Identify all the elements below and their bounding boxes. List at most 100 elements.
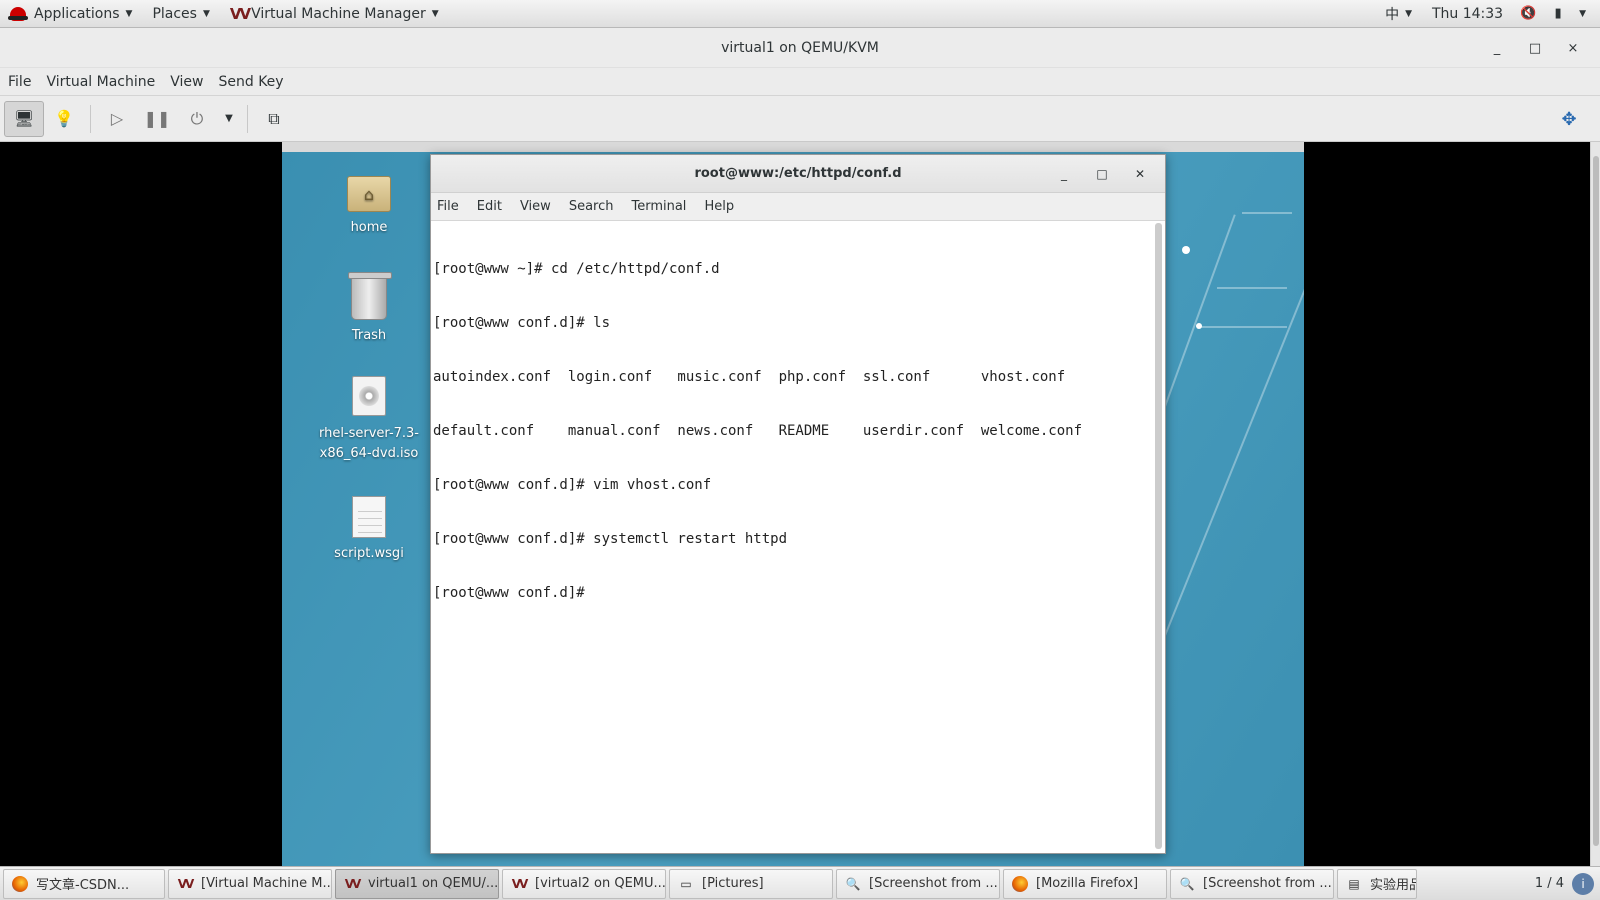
chevron-down-icon: ▼ bbox=[1405, 8, 1412, 19]
vmm-logo-icon: VV bbox=[229, 4, 251, 23]
desktop-icon-iso[interactable]: rhel-server-7.3- x86_64-dvd.iso bbox=[314, 376, 424, 464]
applications-label: Applications bbox=[34, 5, 120, 22]
folder-icon: ▭ bbox=[680, 876, 692, 891]
terminal-menu-help[interactable]: Help bbox=[704, 199, 734, 214]
chevron-down-icon: ▼ bbox=[431, 8, 439, 19]
vmm-icon: VV bbox=[511, 876, 529, 891]
places-menu[interactable]: Places ▼ bbox=[142, 0, 219, 28]
minimize-button[interactable]: _ bbox=[1478, 41, 1516, 56]
terminal-menu-edit[interactable]: Edit bbox=[477, 199, 502, 214]
task-label: virtual1 on QEMU/... bbox=[368, 876, 499, 891]
toolbar-separator bbox=[247, 104, 248, 133]
workspace-pager[interactable]: 1 / 4 bbox=[1527, 876, 1572, 891]
guest-desktop[interactable]: ⌂ home Trash rhel-server-7.3- x86_64-dvd… bbox=[282, 142, 1304, 866]
terminal-title: root@www:/etc/httpd/conf.d bbox=[694, 166, 902, 181]
window-titlebar[interactable]: virtual1 on QEMU/KVM _ □ × bbox=[0, 28, 1600, 68]
fullscreen-icon: ✥ bbox=[1561, 108, 1577, 130]
battery-icon[interactable]: ▮ bbox=[1549, 6, 1567, 21]
task-vmm[interactable]: VV [Virtual Machine M... bbox=[168, 868, 332, 899]
terminal-line: [root@www conf.d]# systemctl restart htt… bbox=[433, 531, 788, 547]
notification-icon[interactable]: i bbox=[1572, 872, 1594, 895]
console-button[interactable]: 🖥 bbox=[4, 100, 44, 137]
dropdown-icon: ▼ bbox=[225, 113, 233, 124]
run-button[interactable]: ▷ bbox=[97, 101, 137, 137]
trash-icon bbox=[348, 272, 392, 320]
desktop-icon-script[interactable]: script.wsgi bbox=[314, 496, 424, 561]
app-menu[interactable]: VV Virtual Machine Manager ▼ bbox=[220, 0, 449, 28]
desktop-icon-label: rhel-server-7.3- x86_64-dvd.iso bbox=[318, 426, 420, 461]
text-file-icon bbox=[352, 496, 386, 538]
desktop-icon-label: home bbox=[350, 220, 388, 235]
terminal-menu-file[interactable]: File bbox=[437, 199, 459, 214]
terminal-line: default.conf manual.conf news.conf READM… bbox=[433, 423, 1083, 439]
vm-scrollbar-thumb[interactable] bbox=[1593, 156, 1599, 846]
wallpaper-line bbox=[1242, 212, 1292, 214]
terminal-output[interactable]: [root@www ~]# cd /etc/httpd/conf.d [root… bbox=[431, 221, 1151, 853]
input-method-indicator[interactable]: 中 ▼ bbox=[1375, 0, 1422, 28]
task-virtual1[interactable]: VV virtual1 on QEMU/... bbox=[335, 868, 499, 899]
chevron-down-icon: ▼ bbox=[202, 8, 210, 19]
disc-image-icon bbox=[352, 376, 386, 416]
task-pictures[interactable]: ▭ [Pictures] bbox=[669, 868, 833, 899]
app-menu-label: Virtual Machine Manager bbox=[251, 5, 426, 22]
wallpaper-line bbox=[1197, 326, 1287, 328]
details-lightbulb-icon: 💡 bbox=[54, 109, 74, 128]
shutdown-dropdown-button[interactable]: ▼ bbox=[217, 101, 241, 137]
clock[interactable]: Thu 14:33 bbox=[1422, 0, 1513, 28]
snapshot-button[interactable]: ⧉ bbox=[254, 101, 294, 137]
task-firefox[interactable]: [Mozilla Firefox] bbox=[1003, 868, 1167, 899]
desktop-icon-home[interactable]: ⌂ home bbox=[314, 176, 424, 235]
wallpaper-dot bbox=[1182, 246, 1190, 254]
pause-icon: ❚❚ bbox=[143, 109, 171, 128]
terminal-menu-terminal[interactable]: Terminal bbox=[631, 199, 686, 214]
terminal-menu-search[interactable]: Search bbox=[569, 199, 614, 214]
terminal-line: [root@www conf.d]# vim vhost.conf bbox=[433, 477, 712, 493]
menu-view[interactable]: View bbox=[170, 74, 212, 90]
task-label: 写文章-CSDN... bbox=[36, 878, 130, 893]
volume-icon[interactable]: 🔇 bbox=[1519, 6, 1537, 21]
terminal-minimize-button[interactable]: _ bbox=[1045, 167, 1083, 181]
menu-file[interactable]: File bbox=[8, 74, 40, 90]
close-button[interactable]: × bbox=[1554, 41, 1592, 56]
terminal-line: [root@www ~]# cd /etc/httpd/conf.d bbox=[433, 261, 720, 277]
fullscreen-button[interactable]: ✥ bbox=[1552, 102, 1586, 136]
toolbar: 🖥 💡 ▷ ❚❚ ⏻ ▼ ⧉ ✥ bbox=[0, 96, 1600, 142]
desktop-icon-label: script.wsgi bbox=[334, 546, 404, 561]
details-button[interactable]: 💡 bbox=[44, 101, 84, 137]
window-title: virtual1 on QEMU/KVM bbox=[721, 39, 879, 56]
task-csdn[interactable]: 写文章-CSDN... bbox=[3, 868, 165, 899]
task-screenshot-2[interactable]: 🔍 [Screenshot from ... bbox=[1170, 868, 1334, 899]
vmm-icon: VV bbox=[344, 876, 362, 891]
shutdown-button[interactable]: ⏻ bbox=[177, 101, 217, 137]
menu-virtual-machine[interactable]: Virtual Machine bbox=[46, 74, 164, 90]
chevron-down-icon[interactable]: ▼ bbox=[1579, 9, 1586, 19]
task-document[interactable]: ▤ 实验用品 bbox=[1337, 868, 1417, 899]
document-icon: ▤ bbox=[1348, 876, 1360, 891]
terminal-scrollbar[interactable] bbox=[1155, 223, 1162, 849]
task-screenshot-1[interactable]: 🔍 [Screenshot from ... bbox=[836, 868, 1000, 899]
task-label: [Mozilla Firefox] bbox=[1036, 876, 1139, 891]
input-method-label: 中 bbox=[1385, 6, 1400, 23]
terminal-titlebar[interactable]: root@www:/etc/httpd/conf.d _ □ ✕ bbox=[431, 155, 1165, 193]
console-icon: 🖥 bbox=[13, 109, 35, 128]
applications-menu[interactable]: Applications ▼ bbox=[0, 0, 142, 28]
task-virtual2[interactable]: VV [virtual2 on QEMU... bbox=[502, 868, 666, 899]
terminal-menu-view[interactable]: View bbox=[520, 199, 551, 214]
home-folder-icon: ⌂ bbox=[347, 176, 391, 212]
places-label: Places bbox=[152, 5, 197, 22]
terminal-line: autoindex.conf login.conf music.conf php… bbox=[433, 369, 1066, 385]
screenshot-icon: 🔍 bbox=[845, 876, 861, 891]
task-label: [Virtual Machine M... bbox=[201, 876, 332, 891]
maximize-button[interactable]: □ bbox=[1516, 41, 1554, 56]
menubar: File Virtual Machine View Send Key bbox=[0, 68, 1600, 96]
terminal-window[interactable]: root@www:/etc/httpd/conf.d _ □ ✕ File Ed… bbox=[430, 154, 1166, 854]
task-label: [Pictures] bbox=[702, 876, 764, 891]
pause-button[interactable]: ❚❚ bbox=[137, 101, 177, 137]
desktop-icon-trash[interactable]: Trash bbox=[314, 272, 424, 343]
task-label: [Screenshot from ... bbox=[869, 876, 998, 891]
terminal-maximize-button[interactable]: □ bbox=[1083, 167, 1121, 181]
vm-scrollbar[interactable] bbox=[1590, 142, 1600, 866]
terminal-close-button[interactable]: ✕ bbox=[1121, 167, 1159, 181]
wallpaper-line bbox=[1217, 287, 1287, 289]
menu-send-key[interactable]: Send Key bbox=[218, 74, 292, 90]
